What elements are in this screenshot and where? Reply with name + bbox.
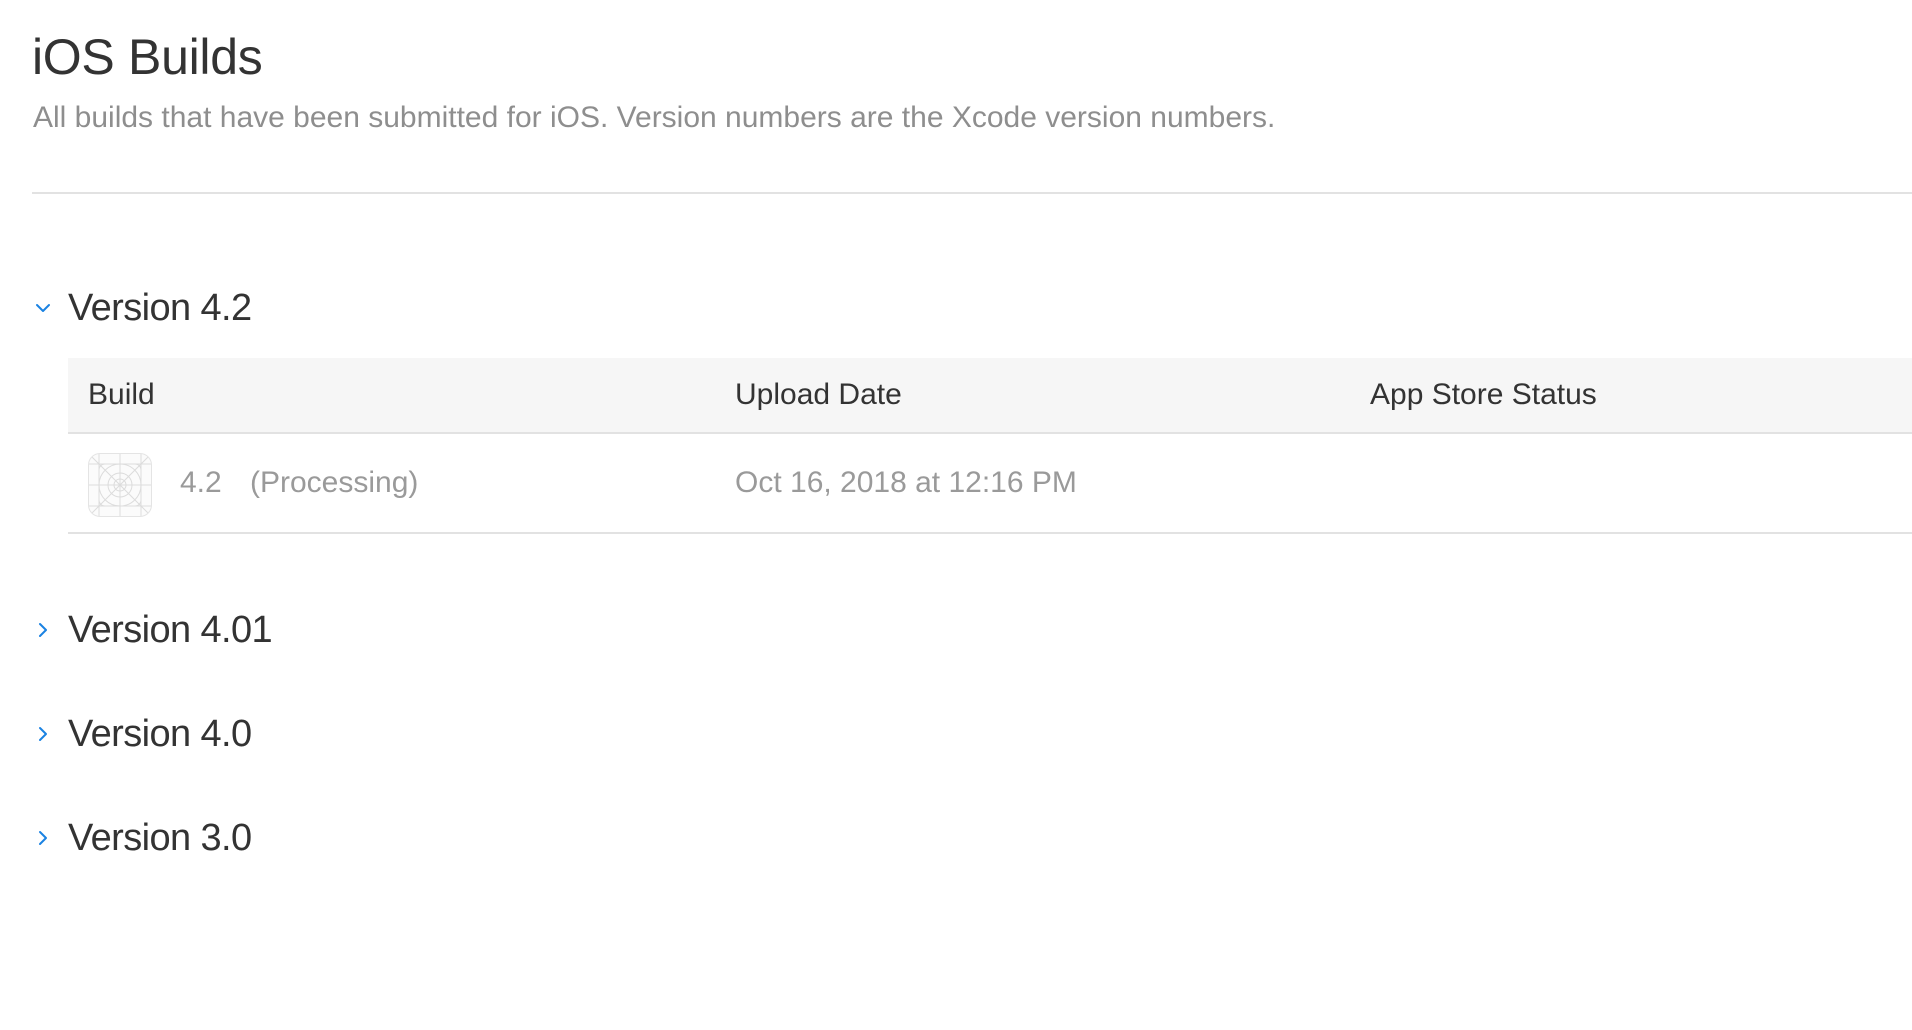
- column-header-app-store-status: App Store Status: [1370, 378, 1597, 411]
- table-header: Build Upload Date App Store Status: [68, 358, 1912, 434]
- builds-table: Build Upload Date App Store Status 4.2 (…: [68, 358, 1912, 534]
- chevron-right-icon: [32, 619, 54, 641]
- version-label: Version 4.2: [68, 286, 252, 329]
- version-label: Version 4.01: [68, 608, 273, 651]
- version-toggle-3-0[interactable]: Version 3.0: [32, 813, 252, 863]
- page-subtitle: All builds that have been submitted for …: [33, 101, 1276, 134]
- version-toggle-4-01[interactable]: Version 4.01: [32, 605, 273, 655]
- chevron-down-icon: [32, 297, 54, 319]
- version-toggle-4-2[interactable]: Version 4.2: [32, 283, 252, 333]
- header-divider: [32, 192, 1912, 194]
- ios-builds-page: iOS Builds All builds that have been sub…: [0, 0, 1912, 1030]
- page-title: iOS Builds: [32, 29, 263, 85]
- table-row[interactable]: 4.2 (Processing) Oct 16, 2018 at 12:16 P…: [68, 434, 1912, 534]
- version-label: Version 4.0: [68, 712, 252, 755]
- build-number[interactable]: 4.2: [180, 434, 222, 532]
- column-header-upload-date: Upload Date: [735, 378, 902, 411]
- column-header-build: Build: [88, 378, 155, 411]
- version-label: Version 3.0: [68, 816, 252, 859]
- chevron-right-icon: [32, 723, 54, 745]
- build-status-note: (Processing): [250, 466, 419, 499]
- app-placeholder-icon: [88, 453, 152, 517]
- upload-date: Oct 16, 2018 at 12:16 PM: [735, 466, 1077, 499]
- version-toggle-4-0[interactable]: Version 4.0: [32, 709, 252, 759]
- chevron-right-icon: [32, 827, 54, 849]
